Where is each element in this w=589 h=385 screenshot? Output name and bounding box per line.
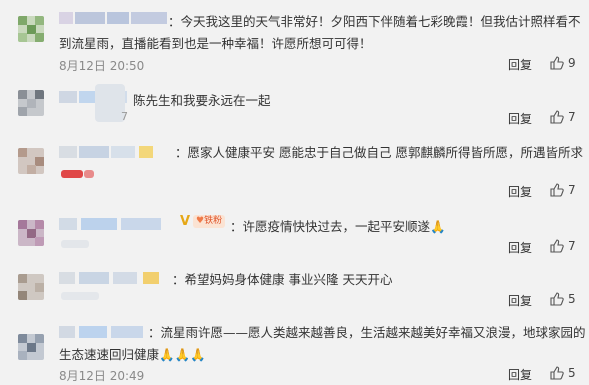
like-button[interactable]: 5 xyxy=(550,292,576,306)
like-count: 5 xyxy=(568,366,576,380)
like-button[interactable]: 5 xyxy=(550,366,576,380)
like-count: 7 xyxy=(568,110,576,124)
username-blurred[interactable] xyxy=(59,146,171,158)
blurred-badge xyxy=(61,240,89,248)
comment-item: ：希望妈妈身体健康 事业兴隆 天天开心 回复 5 xyxy=(0,262,589,317)
comment-item: V ♥铁粉 ：许愿疫情快快过去，一起平安顺遂🙏 回复 7 xyxy=(0,206,589,263)
like-button[interactable]: 7 xyxy=(550,183,576,197)
reply-button[interactable]: 回复 xyxy=(508,183,532,200)
avatar[interactable] xyxy=(18,220,44,246)
avatar[interactable] xyxy=(18,274,44,300)
comment-text: ：希望妈妈身体健康 事业兴隆 天天开心 xyxy=(172,272,393,287)
timestamp: 8月12日 20:50 xyxy=(59,59,145,73)
avatar[interactable] xyxy=(18,334,44,360)
verified-v-icon: V xyxy=(180,214,191,229)
comment-item: 陈先生和我要永远在一起 7 回复 7 xyxy=(0,80,589,131)
blurred-fragment: 7 xyxy=(121,110,128,123)
blurred-badge xyxy=(61,170,83,178)
comment-text: ：许愿疫情快快过去，一起平安顺遂🙏 xyxy=(230,219,446,234)
like-count: 9 xyxy=(568,56,576,70)
comment-item: ：愿家人健康平安 愿能忠于自己做自己 愿郭麒麟所得皆所愿，所遇皆所求 回复 7 xyxy=(0,130,589,207)
timestamp: 8月12日 20:49 xyxy=(59,369,145,383)
username-blurred[interactable] xyxy=(59,218,177,230)
avatar[interactable] xyxy=(18,90,44,116)
comment-item: ：今天我这里的天气非常好！夕阳西下伴随着七彩晚霞！但我估计照样看不 到流星雨，直… xyxy=(0,0,589,81)
avatar[interactable] xyxy=(18,148,44,174)
thumbs-up-icon xyxy=(550,56,564,70)
comment-text: ：愿家人健康平安 愿能忠于自己做自己 愿郭麒麟所得皆所愿，所遇皆所求 xyxy=(175,145,583,160)
like-count: 7 xyxy=(568,183,576,197)
comment-text-continued: 生态速速回归健康🙏🙏🙏 xyxy=(59,347,206,362)
reply-button[interactable]: 回复 xyxy=(508,366,532,383)
like-count: 5 xyxy=(568,292,576,306)
username-blurred[interactable] xyxy=(59,272,167,284)
username-blurred[interactable] xyxy=(59,326,147,338)
thumbs-up-icon xyxy=(550,183,564,197)
like-count: 7 xyxy=(568,239,576,253)
comment-text: ：流星雨许愿——愿人类越来越善良，生活越来越美好幸福又浪漫，地球家园的 xyxy=(148,325,586,340)
avatar[interactable] xyxy=(18,16,44,42)
comment-text: ：今天我这里的天气非常好！夕阳西下伴随着七彩晚霞！但我估计照样看不 xyxy=(168,14,581,29)
comment-item: ：流星雨许愿——愿人类越来越善良，生活越来越美好幸福又浪漫，地球家园的 生态速速… xyxy=(0,316,589,385)
reply-button[interactable]: 回复 xyxy=(508,292,532,309)
reply-button[interactable]: 回复 xyxy=(508,110,532,127)
blurred-badge xyxy=(61,292,99,300)
comment-text: 陈先生和我要永远在一起 xyxy=(133,93,271,108)
thumbs-up-icon xyxy=(550,239,564,253)
username-blurred[interactable] xyxy=(59,12,169,24)
fan-badge-label: 铁粉 xyxy=(204,216,223,226)
reply-button[interactable]: 回复 xyxy=(508,56,532,73)
fan-badge: ♥铁粉 xyxy=(193,215,226,228)
thumbs-up-icon xyxy=(550,366,564,380)
fan-badge-icon: ♥ xyxy=(196,216,205,226)
like-button[interactable]: 7 xyxy=(550,110,576,124)
like-button[interactable]: 7 xyxy=(550,239,576,253)
comment-text-continued: 到流星雨，直播能看到也是一种幸福！许愿所想可可得！ xyxy=(59,36,372,51)
thumbs-up-icon xyxy=(550,292,564,306)
like-button[interactable]: 9 xyxy=(550,56,576,70)
reply-button[interactable]: 回复 xyxy=(508,239,532,256)
thumbs-up-icon xyxy=(550,110,564,124)
blurred-badge xyxy=(84,170,94,178)
